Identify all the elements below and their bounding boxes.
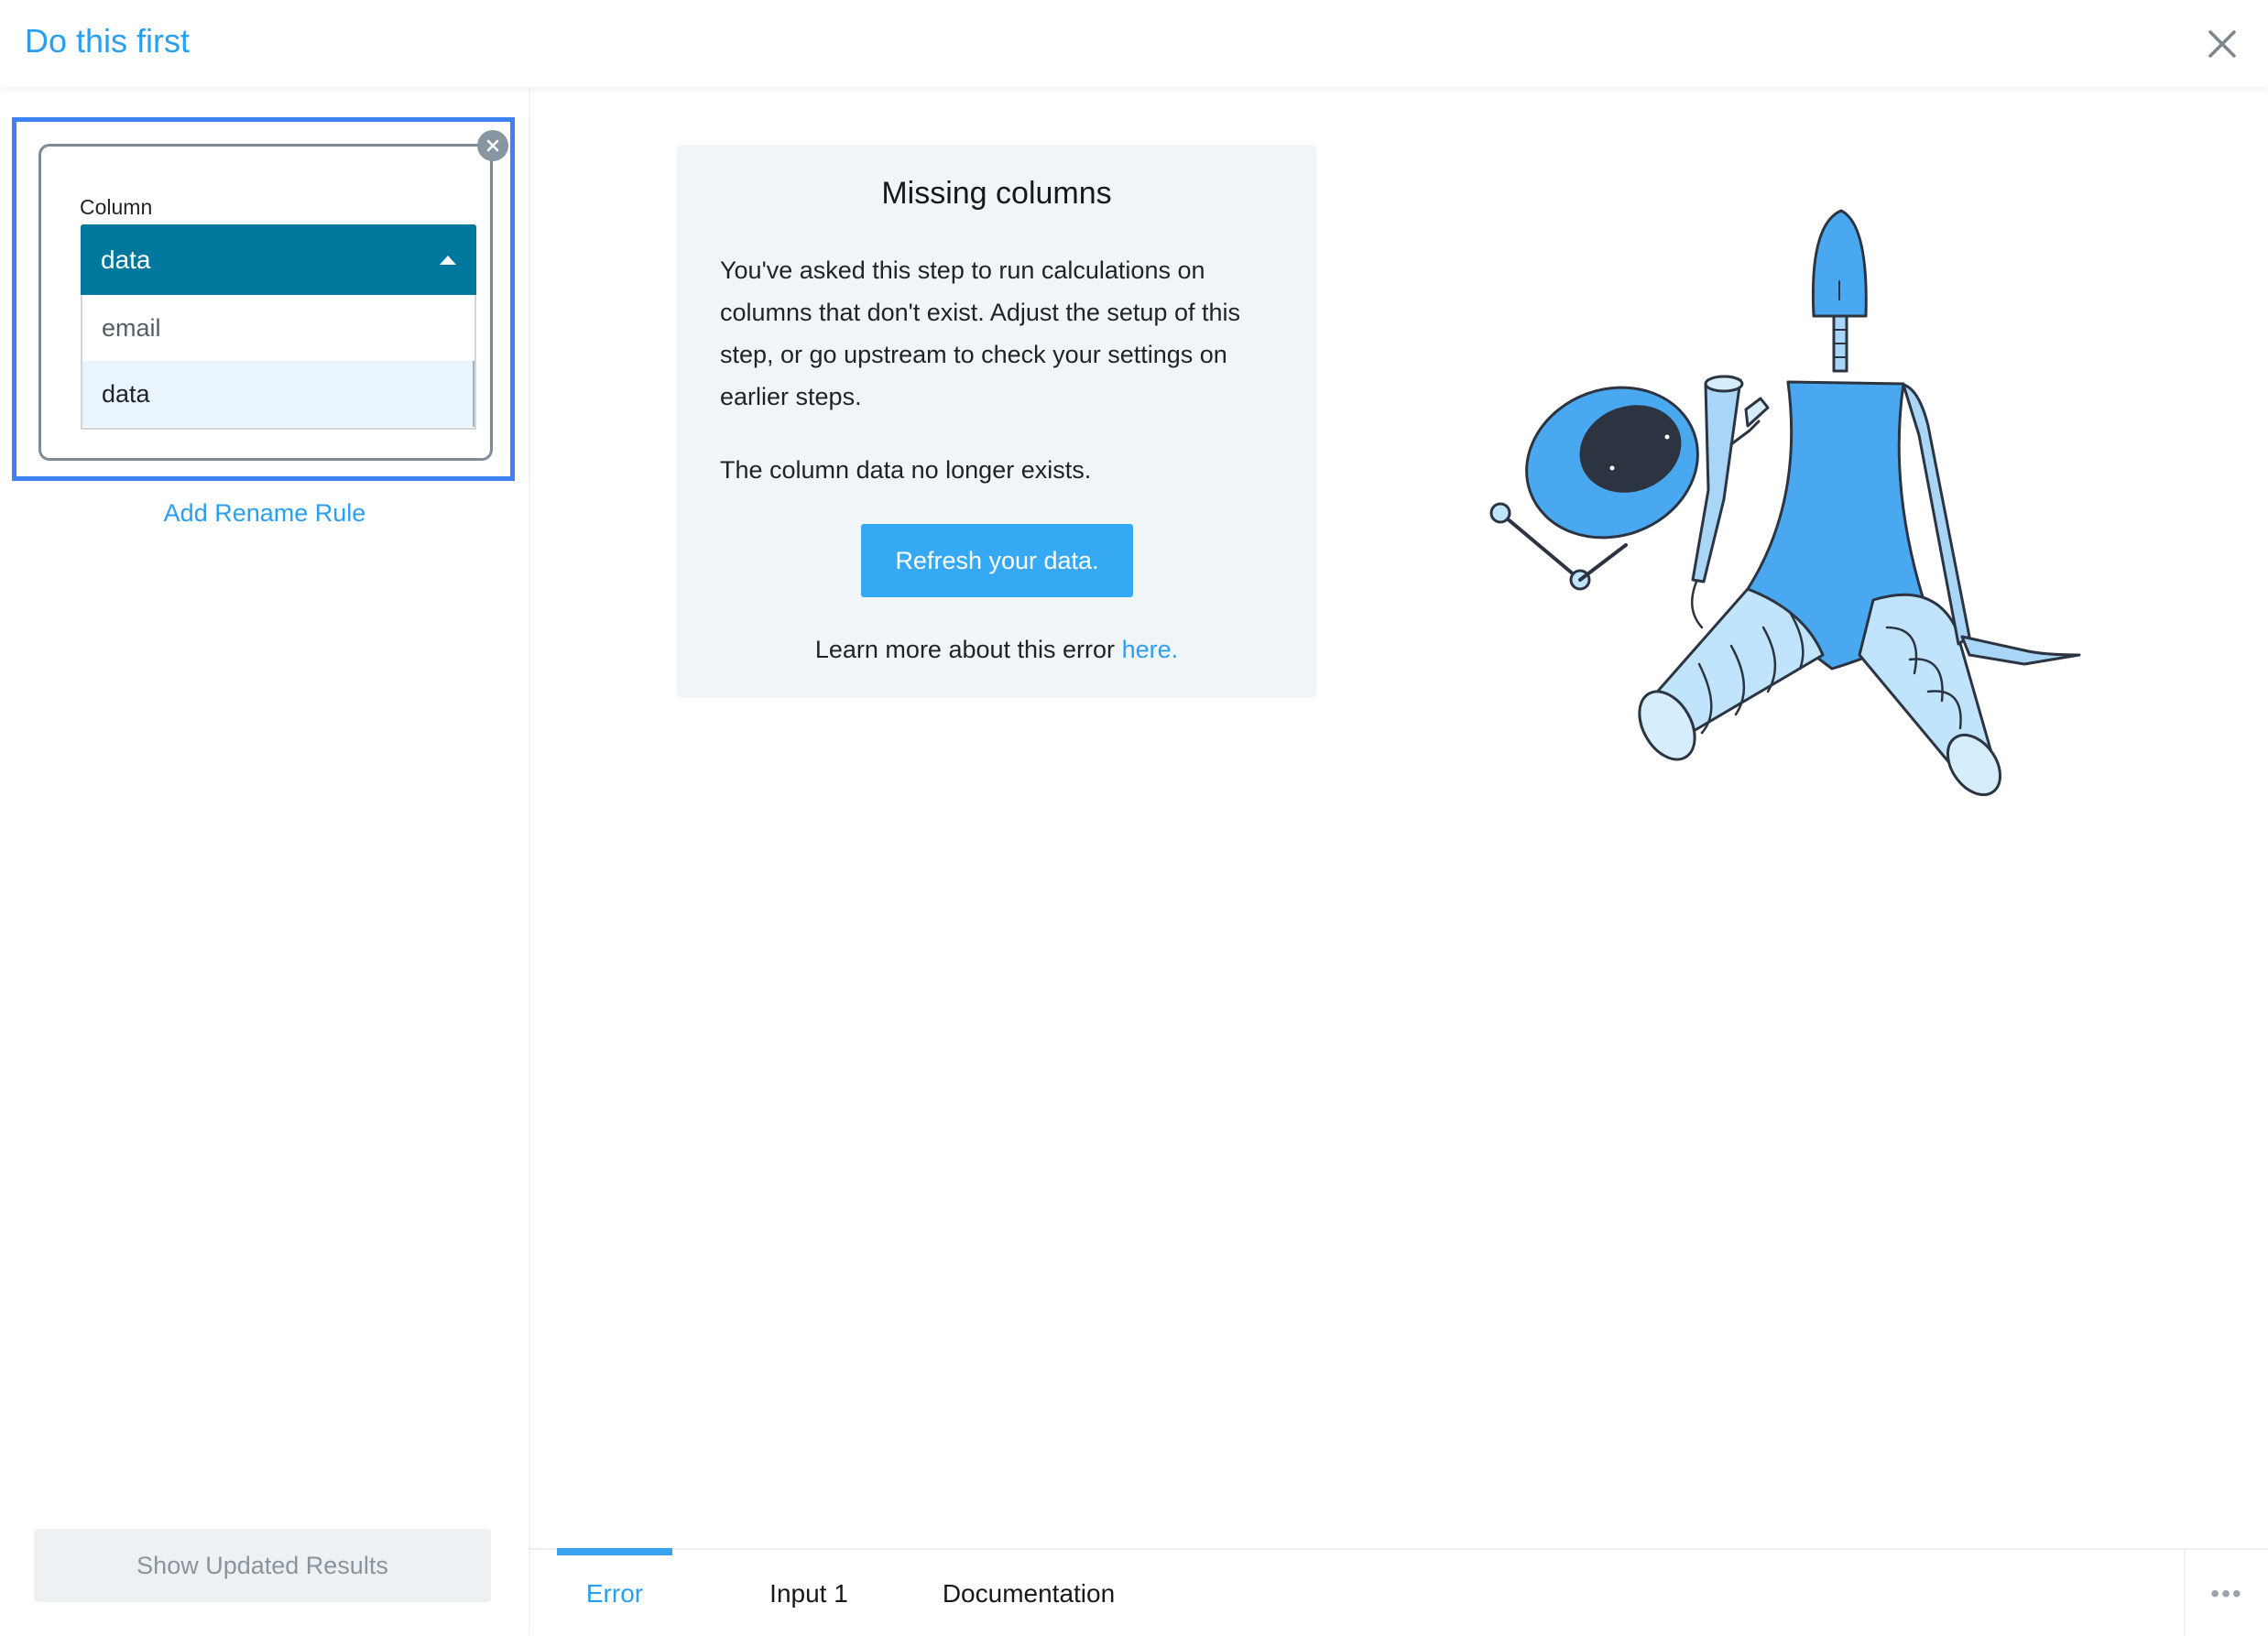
rename-rule-focus: Column data email data [12, 117, 515, 481]
page: Do this first Column data email data Add… [0, 0, 2268, 1636]
remove-rule-button[interactable] [477, 130, 508, 161]
active-tab-indicator [557, 1548, 672, 1555]
error-card: Missing columns You've asked this step t… [676, 145, 1317, 698]
tab-documentation[interactable]: Documentation [932, 1550, 1125, 1636]
header: Do this first [0, 0, 2268, 87]
tab-input-1-label: Input 1 [769, 1579, 848, 1608]
column-select[interactable]: data [81, 224, 476, 295]
bottom-tabbar: Error Input 1 Documentation ••• [529, 1548, 2268, 1636]
tab-documentation-label: Documentation [942, 1579, 1116, 1608]
close-icon [2208, 30, 2236, 58]
column-field-label: Column [80, 195, 153, 219]
refresh-data-button[interactable]: Refresh your data. [861, 524, 1133, 597]
more-options-button[interactable]: ••• [2184, 1550, 2268, 1636]
learn-more-text: Learn more about this error here. [676, 636, 1317, 664]
error-message: You've asked this step to run calculatio… [720, 256, 1240, 410]
error-title: Missing columns [881, 176, 1112, 211]
add-rename-rule-link[interactable]: Add Rename Rule [0, 499, 529, 528]
learn-more-link[interactable]: here. [1122, 636, 1179, 663]
page-title: Do this first [25, 22, 191, 60]
sidebar: Column data email data Add Rename Rule S… [0, 87, 529, 1636]
show-updated-results-button[interactable]: Show Updated Results [34, 1529, 491, 1602]
tab-error-label: Error [585, 1579, 644, 1608]
dropdown-option-data[interactable]: data [82, 361, 474, 427]
remove-rule-icon [486, 139, 499, 152]
tab-input-1[interactable]: Input 1 [740, 1550, 878, 1636]
error-detail: The column data no longer exists. [720, 456, 1092, 484]
column-select-value: data [101, 245, 151, 274]
robot-illustration [1489, 209, 2081, 797]
close-button[interactable] [2202, 24, 2242, 64]
dropdown-option-email[interactable]: email [82, 295, 474, 361]
more-horizontal-icon: ••• [2210, 1579, 2243, 1608]
tab-error[interactable]: Error [557, 1548, 672, 1636]
column-dropdown-menu: email data [81, 295, 476, 430]
learn-more-prefix: Learn more about this error [814, 636, 1116, 663]
rename-rule-card: Column data email data [38, 144, 493, 461]
caret-up-icon [440, 256, 456, 265]
